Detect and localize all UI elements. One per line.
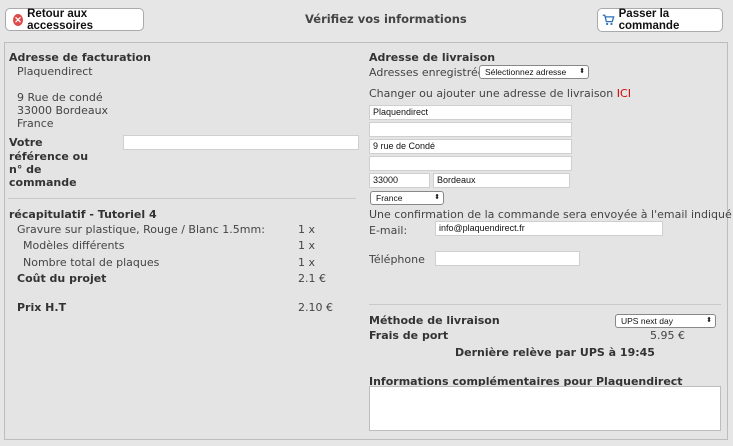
summary-row-value: 1 x xyxy=(298,239,316,252)
shipping-fee-value: 5.95 € xyxy=(650,329,685,342)
divider xyxy=(369,304,721,305)
billing-company: Plaquendirect xyxy=(17,65,93,78)
chevron-updown-icon: ⬍ xyxy=(434,194,440,201)
change-address-label: Changer ou ajouter une adresse de livrai… xyxy=(369,87,614,100)
country-value: France xyxy=(376,193,403,203)
ups-pickup-text: Dernière relève par UPS à 19:45 xyxy=(455,346,655,359)
confirmation-text: Une confirmation de la commande sera env… xyxy=(369,208,732,221)
reference-label-line-4: commande xyxy=(9,176,77,189)
country-select[interactable]: France ⬍ xyxy=(370,191,444,205)
reference-label-line-3: n° de xyxy=(9,163,42,176)
reference-label-line-2: référence ou xyxy=(9,150,89,163)
saved-address-select[interactable]: Sélectionnez adresse ⬍ xyxy=(479,65,589,79)
project-cost-label: Coût du projet xyxy=(17,272,107,285)
delivery-method-label: Méthode de livraison xyxy=(369,314,500,327)
place-order-label: Passer la commande xyxy=(618,8,680,32)
back-button-label: Retour aux accessoires xyxy=(27,7,93,32)
chevron-updown-icon: ⬍ xyxy=(706,317,712,324)
billing-street: 9 Rue de condé xyxy=(17,91,103,104)
saved-addresses-label: Adresses enregistrées xyxy=(369,66,491,79)
price-label: Prix H.T xyxy=(17,301,67,314)
project-cost-value: 2.1 € xyxy=(298,272,326,285)
email-label: E-mail: xyxy=(369,224,408,237)
summary-row-label: Modèles différents xyxy=(23,239,125,252)
shipping-postcode-input[interactable]: 33000 xyxy=(369,173,430,188)
shipping-street-input[interactable]: 9 rue de Condé xyxy=(369,139,572,154)
delivery-method-value: UPS next day xyxy=(621,316,673,326)
summary-row-value: 1 x xyxy=(298,256,316,269)
shipping-fee-label: Frais de port xyxy=(369,329,449,342)
shipping-line2-input[interactable] xyxy=(369,122,572,137)
summary-row-label: Gravure sur plastique, Rouge / Blanc 1.5… xyxy=(17,223,265,236)
summary-row-label: Nombre total de plaques xyxy=(23,256,160,269)
close-icon: ✕ xyxy=(13,13,24,26)
chevron-updown-icon: ⬍ xyxy=(579,68,585,75)
price-value: 2.10 € xyxy=(298,301,333,314)
delivery-method-select[interactable]: UPS next day ⬍ xyxy=(615,314,716,328)
billing-heading: Adresse de facturation xyxy=(9,51,151,64)
shipping-city-input[interactable]: Bordeaux xyxy=(433,173,570,188)
change-address-link[interactable]: ICI xyxy=(617,87,631,100)
billing-country: France xyxy=(17,117,54,130)
divider xyxy=(8,198,356,199)
saved-address-value: Sélectionnez adresse xyxy=(485,67,567,77)
email-input[interactable]: info@plaquendirect.fr xyxy=(435,221,663,236)
reference-label-line-1: Votre xyxy=(9,136,43,149)
summary-row-value: 1 x xyxy=(298,223,316,236)
phone-label: Téléphone xyxy=(369,253,425,266)
place-order-button[interactable]: Passer la commande xyxy=(597,8,723,32)
cart-icon xyxy=(602,14,615,26)
notes-textarea[interactable] xyxy=(369,386,721,431)
shipping-name-input[interactable]: Plaquendirect xyxy=(369,105,572,120)
change-address-text: Changer ou ajouter une adresse de livrai… xyxy=(369,87,631,100)
shipping-line4-input[interactable] xyxy=(369,156,572,171)
summary-heading: récapitulatif - Tutoriel 4 xyxy=(9,208,157,221)
shipping-heading: Adresse de livraison xyxy=(369,51,496,64)
phone-input[interactable] xyxy=(435,251,580,266)
billing-city: 33000 Bordeaux xyxy=(17,104,109,117)
back-to-accessories-button[interactable]: ✕ Retour aux accessoires xyxy=(5,7,144,32)
page-title: Vérifiez vos informations xyxy=(305,12,467,26)
reference-input[interactable] xyxy=(123,135,359,150)
